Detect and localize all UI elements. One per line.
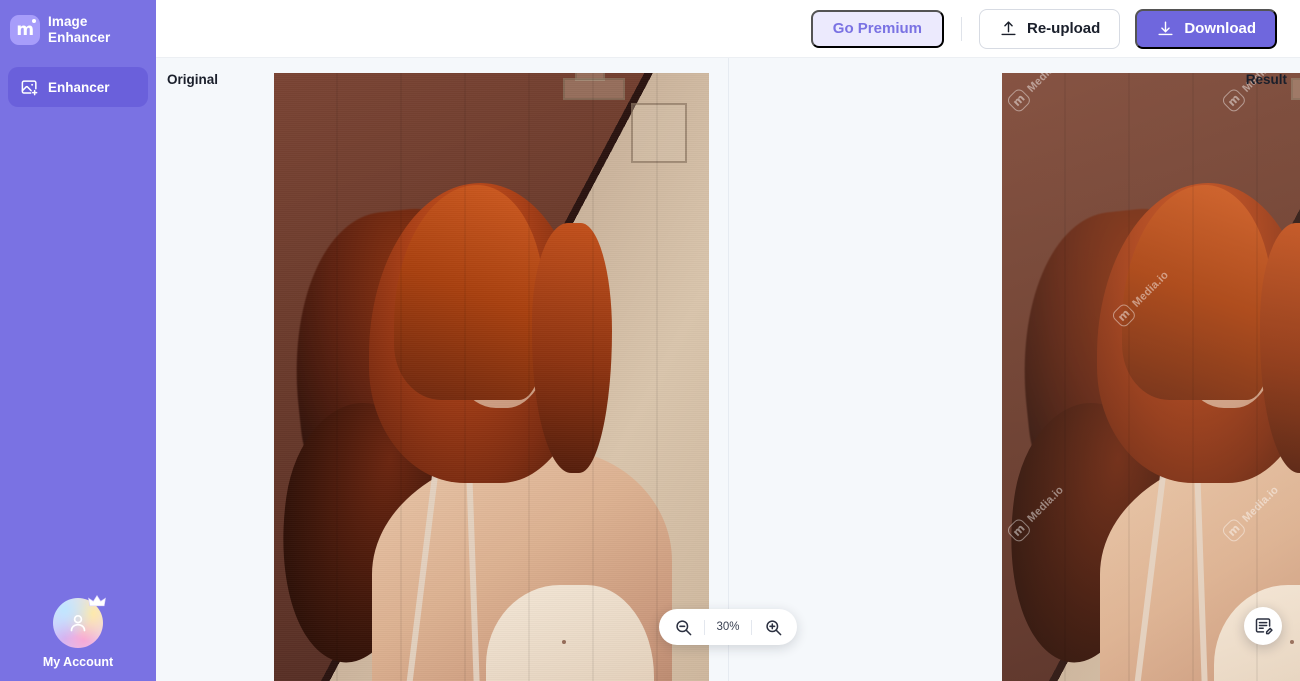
watermark: m Media.io [1005, 481, 1068, 544]
watermark: m Media.io [1005, 73, 1068, 114]
subject-lips [1220, 376, 1246, 387]
original-photo-canvas [274, 73, 709, 681]
watermark-layer: m Media.io m Media.io m Media.io m Media.io m Med… [1002, 73, 1300, 681]
result-photo-canvas: m Media.io m Media.io m Media.io m Media.io m Med… [1002, 73, 1300, 681]
subject-strap [406, 458, 440, 681]
subject-hair-main [369, 183, 584, 483]
my-account[interactable]: My Account [0, 594, 156, 669]
subject-face [1170, 248, 1282, 408]
subject-face [442, 248, 554, 408]
subject-lips [492, 376, 518, 387]
top-header: Go Premium Re-upload Download [156, 0, 1300, 58]
sidebar-item-label: Enhancer [48, 79, 110, 95]
brand-name-line1: Image [48, 14, 88, 29]
subject-neck [1180, 388, 1248, 478]
sidebar-nav: Enhancer [0, 67, 156, 108]
crown-icon [88, 594, 106, 607]
brand[interactable]: m Image Enhancer [0, 0, 156, 45]
zoom-out-button[interactable] [670, 614, 696, 640]
result-image[interactable]: m Media.io m Media.io m Media.io m Media.io m Med… [1002, 73, 1300, 681]
image-plus-icon [21, 79, 38, 95]
original-pane: Original [156, 58, 728, 681]
watermark: m Media.io [1220, 481, 1283, 544]
subject-eye [1188, 326, 1205, 334]
result-pane: Result m Media.io m Media.io m Media.io … [729, 58, 1300, 681]
subject-hair-front [1122, 185, 1272, 400]
zoom-control: 30% [659, 609, 797, 645]
upload-icon [1001, 21, 1016, 36]
watermark-text: Media.io [1024, 483, 1066, 525]
zoom-in-button[interactable] [760, 614, 786, 640]
subject-hair-back [279, 200, 523, 552]
user-glyph-icon [70, 614, 86, 632]
brand-name: Image Enhancer [48, 14, 110, 45]
watermark-text: Media.io [1239, 483, 1281, 525]
watermark-logo-icon: m [1110, 301, 1138, 329]
zoom-separator-left [704, 619, 705, 635]
subject-hair-side [532, 223, 612, 473]
watermark-logo-icon: m [1220, 516, 1248, 544]
header-divider [960, 16, 962, 41]
subject-hair-tail [1002, 393, 1178, 673]
re-upload-button[interactable]: Re-upload [978, 8, 1121, 49]
subject-hair-front [394, 185, 544, 400]
brand-name-line2: Enhancer [48, 29, 111, 45]
subject-eye [1226, 323, 1243, 331]
wall-plaque [1291, 78, 1300, 100]
wall-plaque [575, 73, 605, 81]
subject-strap [1134, 458, 1168, 681]
feedback-note-icon [1255, 617, 1273, 634]
subject-strap [466, 470, 480, 681]
subject-hair-tail [274, 393, 450, 673]
subject-eye [498, 323, 515, 331]
wall-plaque [563, 78, 625, 100]
subject-neck [452, 388, 520, 478]
wall-plaque [631, 103, 687, 163]
logo-m-glyph: m [16, 20, 34, 41]
original-label: Original [167, 72, 219, 87]
subject-hair-main [1097, 183, 1300, 483]
subject-hair-back [1007, 200, 1251, 552]
watermark-logo-icon: m [1005, 86, 1033, 114]
compare-stage: Original Result m Media.io m Media.io m … [156, 58, 1300, 681]
download-button[interactable]: Download [1135, 8, 1277, 49]
magnifier-plus-icon [765, 619, 781, 635]
watermark: m Media.io [1110, 266, 1173, 329]
my-account-label: My Account [42, 655, 114, 669]
watermark-logo-icon: m [1005, 516, 1033, 544]
download-icon [1158, 21, 1173, 36]
zoom-separator-right [751, 619, 752, 635]
sidebar-item-enhancer[interactable]: Enhancer [8, 67, 148, 108]
go-premium-button[interactable]: Go Premium [810, 9, 944, 48]
sidebar: m Image Enhancer Enhancer My Account [0, 0, 156, 681]
subject-strap [1194, 470, 1208, 681]
watermark-text: Media.io [1024, 73, 1066, 95]
subject-shoulder [1100, 449, 1300, 681]
photo-grain [274, 73, 709, 681]
enhanced-overlay [1002, 73, 1300, 681]
feedback-button[interactable] [1244, 607, 1282, 645]
magnifier-minus-icon [675, 619, 691, 635]
subject-mole [562, 640, 566, 644]
app-root: m Image Enhancer Enhancer My Account Go … [0, 0, 1300, 681]
download-label: Download [1184, 20, 1256, 37]
subject-shoulder [372, 449, 672, 681]
avatar [53, 594, 106, 648]
watermark-logo-icon: m [1220, 86, 1248, 114]
subject-mole [1290, 640, 1294, 644]
subject-garment [486, 585, 654, 681]
re-upload-label: Re-upload [1026, 20, 1101, 37]
result-label: Result [1245, 72, 1287, 87]
subject-hair-side [1260, 223, 1300, 473]
watermark-text: Media.io [1129, 268, 1171, 310]
original-image[interactable] [274, 73, 709, 681]
media-m-logo-icon: m [10, 14, 40, 45]
subject-eye [460, 326, 477, 334]
main-area: Go Premium Re-upload Download Original R… [156, 0, 1300, 681]
zoom-level-value: 30% [716, 621, 740, 633]
logo-dot [32, 18, 36, 23]
